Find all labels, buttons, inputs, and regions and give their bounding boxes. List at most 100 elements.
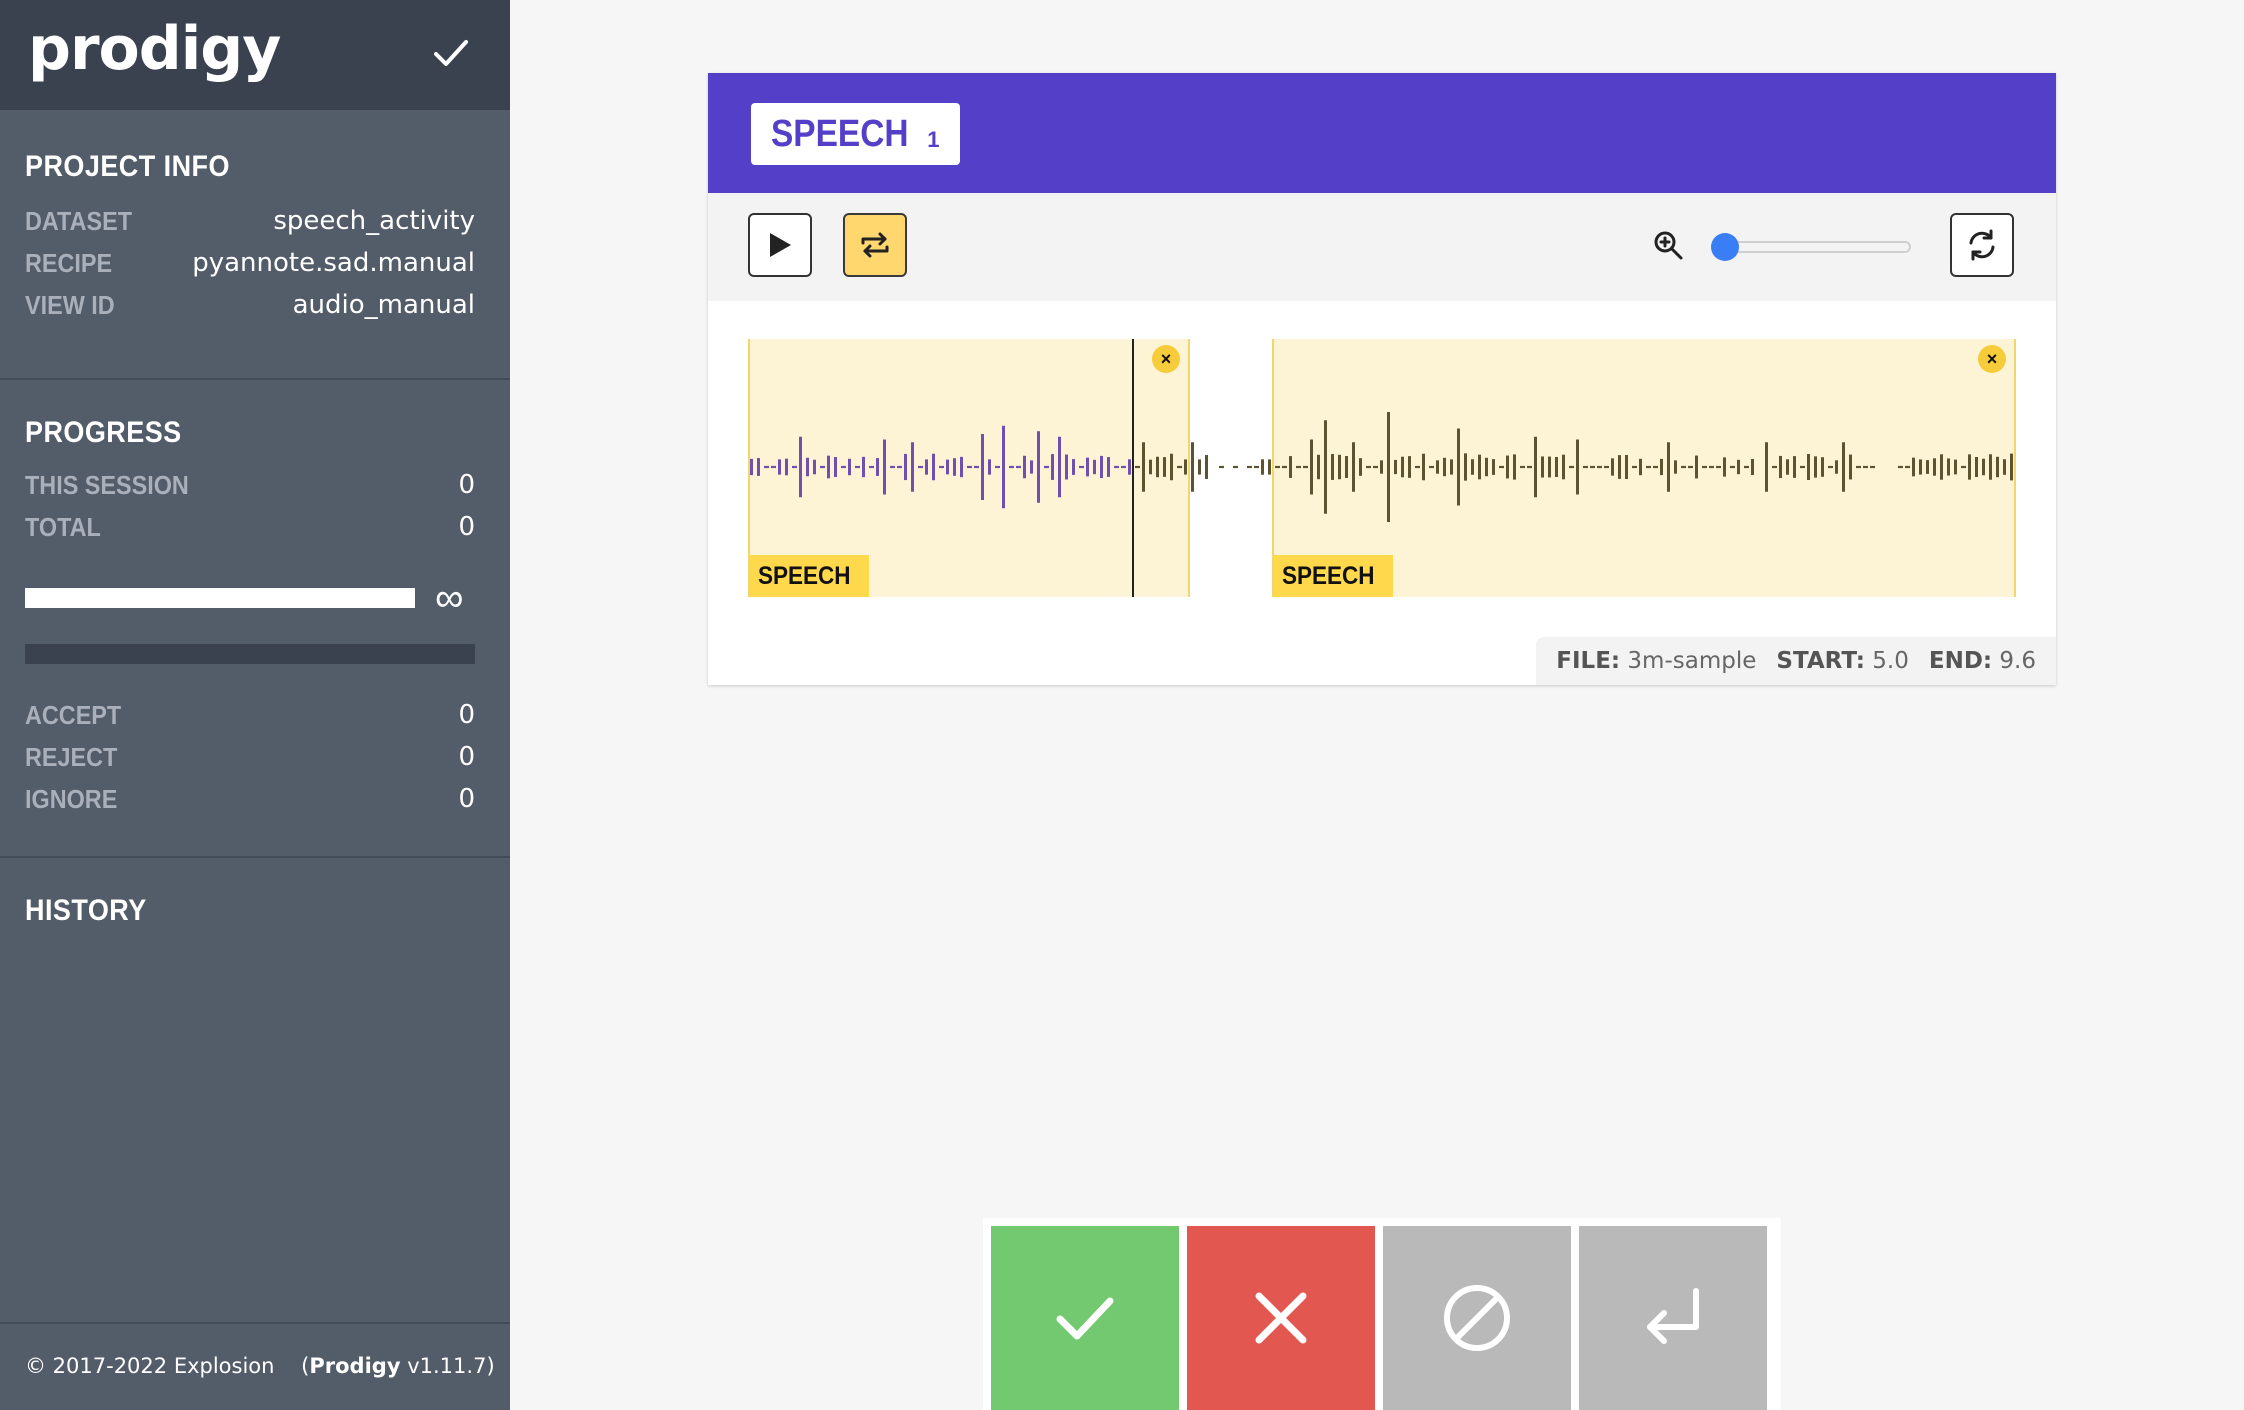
waveform[interactable]: × SPEECH × SPEECH xyxy=(748,339,2016,597)
info-value: speech_activity xyxy=(273,206,475,236)
sidebar: prodigy PROJECT INFO DATASET speech_acti… xyxy=(0,0,510,1410)
meta-end: END: 9.6 xyxy=(1928,648,2036,674)
waveform-bar xyxy=(1261,459,1264,475)
close-icon xyxy=(1255,1292,1307,1344)
waveform-bar xyxy=(1338,454,1341,480)
accept-button[interactable] xyxy=(991,1226,1179,1410)
meta-file: FILE: 3m-sample xyxy=(1556,648,1757,674)
waveform-bar xyxy=(1100,455,1103,479)
waveform-bar xyxy=(1800,465,1805,469)
waveform-bar xyxy=(1170,453,1173,481)
waveform-bar xyxy=(834,457,837,477)
waveform-bar xyxy=(1408,456,1411,478)
loop-icon xyxy=(861,232,889,258)
waveform-bar xyxy=(974,465,979,469)
ignore-button[interactable] xyxy=(1383,1226,1571,1410)
loop-button[interactable] xyxy=(843,213,907,277)
waveform-bar xyxy=(1135,465,1140,469)
waveform-bar xyxy=(1303,465,1308,469)
waveform-bar xyxy=(1996,456,1999,478)
waveform-bar xyxy=(1037,431,1040,503)
playhead-cursor[interactable] xyxy=(1132,339,1134,597)
waveform-bar xyxy=(869,465,874,469)
progress-value: 0 xyxy=(458,470,475,500)
waveform-bar xyxy=(1793,456,1796,478)
waveform-bar xyxy=(1975,456,1978,478)
waveform-bar xyxy=(1331,454,1334,480)
waveform-bar xyxy=(1730,465,1735,469)
project-info-title: PROJECT INFO xyxy=(25,150,230,183)
waveform-bar xyxy=(1674,460,1677,474)
footer: © 2017-2022 Explosion (Prodigy v1.11.7) xyxy=(0,1322,510,1410)
waveform-bar xyxy=(1807,454,1810,480)
info-row-view-id: VIEW ID audio_manual xyxy=(25,284,475,326)
waveform-bar xyxy=(764,465,769,469)
info-value: pyannote.sad.manual xyxy=(192,248,475,278)
waveform-bar xyxy=(1765,442,1768,492)
copyright: © 2017-2022 Explosion xyxy=(25,1354,275,1378)
waveform-bar xyxy=(1499,465,1504,469)
waveform-bar xyxy=(1121,465,1126,469)
waveform-bar xyxy=(1856,465,1861,469)
waveform-bar xyxy=(1415,465,1420,469)
waveform-bar xyxy=(1142,442,1145,492)
waveform-bar xyxy=(2003,459,2006,475)
waveform-bar xyxy=(1107,457,1110,477)
waveform-bar xyxy=(1912,457,1915,477)
waveform-bar xyxy=(1275,465,1280,469)
waveform-bar xyxy=(1366,465,1371,469)
waveform-bar xyxy=(1982,458,1985,476)
waveform-bar xyxy=(1751,458,1754,476)
undo-button[interactable] xyxy=(1579,1226,1767,1410)
waveform-bar xyxy=(1562,454,1565,480)
progress-key: TOTAL xyxy=(25,511,101,542)
progress-value: 0 xyxy=(458,512,475,542)
reject-button[interactable] xyxy=(1187,1226,1375,1410)
waveform-bar xyxy=(827,455,830,479)
waveform-bar xyxy=(1184,459,1187,475)
progress-section: PROGRESS THIS SESSION 0 TOTAL 0 ∞ ACCEPT… xyxy=(0,380,510,858)
waveform-bar xyxy=(1653,465,1658,469)
meta-start: START: 5.0 xyxy=(1776,648,1909,674)
waveform-bar xyxy=(995,465,1000,469)
waveform-bar xyxy=(820,465,825,469)
progress-value: 0 xyxy=(458,742,475,772)
waveform-bar xyxy=(1576,439,1579,495)
waveform-bar xyxy=(1009,465,1014,469)
waveform-bar xyxy=(1898,465,1903,469)
version: v1.11.7 xyxy=(407,1354,487,1378)
zoom-slider-thumb[interactable] xyxy=(1711,233,1739,261)
check-icon[interactable] xyxy=(428,30,474,76)
waveform-bar xyxy=(813,459,816,475)
waveform-bar xyxy=(1814,456,1817,478)
annotation-card: SPEECH 1 × SPEECH × SPEECH FILE: 3m-samp… xyxy=(708,73,2056,685)
waveform-bar xyxy=(848,458,851,476)
waveform-bar xyxy=(1422,453,1425,481)
label-speech[interactable]: SPEECH 1 xyxy=(751,103,960,165)
waveform-bar xyxy=(1555,456,1558,478)
audio-toolbar xyxy=(708,193,2056,301)
info-key: VIEW ID xyxy=(25,289,115,320)
waveform-bar xyxy=(2010,453,2013,481)
waveform-bar xyxy=(1520,465,1525,469)
waveform-bar xyxy=(1471,459,1474,475)
waveform-bar xyxy=(757,458,760,476)
progress-row-session: THIS SESSION 0 xyxy=(25,464,475,506)
progress-key: ACCEPT xyxy=(25,699,122,730)
waveform-bar xyxy=(1205,455,1208,479)
product-name[interactable]: Prodigy xyxy=(309,1354,400,1378)
waveform-bar xyxy=(1317,454,1320,480)
zoom-slider-track xyxy=(1711,241,1911,253)
progress-value: 0 xyxy=(458,784,475,814)
reset-button[interactable] xyxy=(1950,213,2014,277)
waveform-bar xyxy=(1086,457,1089,477)
waveform-bar xyxy=(750,458,753,476)
waveform-bar xyxy=(1625,454,1628,480)
zoom-slider[interactable] xyxy=(1711,233,1911,261)
play-button[interactable] xyxy=(748,213,812,277)
waveform-bar xyxy=(1597,465,1602,469)
waveform-bar xyxy=(1513,454,1516,480)
history-title: HISTORY xyxy=(25,894,147,927)
waveform-bar xyxy=(1828,465,1833,469)
waveform-bar xyxy=(932,453,935,481)
